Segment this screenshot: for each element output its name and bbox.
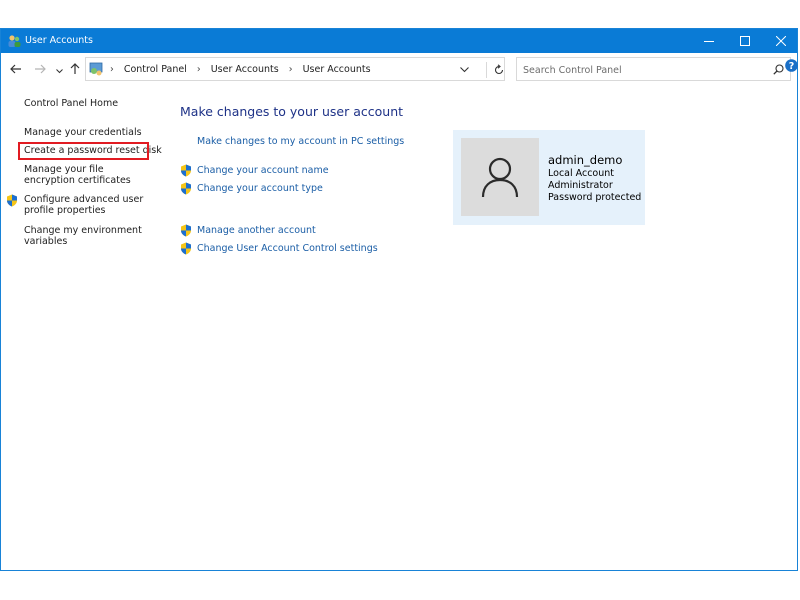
chevron-down-icon [460, 67, 469, 73]
recent-locations-button[interactable] [56, 66, 63, 77]
search-icon[interactable] [773, 64, 784, 78]
search-box[interactable] [516, 57, 791, 81]
forward-arrow-icon [35, 64, 46, 74]
breadcrumb-control-panel[interactable]: Control Panel [124, 64, 187, 75]
highlight-annotation [18, 142, 149, 160]
title-bar[interactable]: User Accounts [1, 29, 797, 53]
user-avatar-icon [481, 157, 519, 198]
refresh-button[interactable] [486, 62, 505, 78]
shield-icon [180, 164, 192, 180]
shield-icon [180, 224, 192, 240]
account-card: admin_demo Local Account Administrator P… [453, 130, 645, 225]
maximize-button[interactable] [727, 29, 763, 53]
pc-settings-link[interactable]: Make changes to my account in PC setting… [197, 136, 404, 147]
minimize-button[interactable] [691, 29, 727, 53]
breadcrumb-user-accounts[interactable]: User Accounts [211, 64, 279, 75]
window-title: User Accounts [25, 35, 93, 46]
svg-text:?: ? [789, 61, 795, 72]
account-type: Local Account [548, 168, 614, 179]
close-icon [776, 36, 786, 46]
configure-advanced-profile-link[interactable]: Configure advanced user profile properti… [24, 194, 152, 216]
back-button[interactable] [10, 64, 22, 77]
forward-button[interactable] [34, 64, 46, 77]
refresh-icon [494, 64, 504, 75]
page-title: Make changes to your user account [180, 104, 404, 119]
change-account-type-link[interactable]: Change your account type [197, 183, 323, 194]
account-status: Password protected [548, 192, 642, 203]
control-panel-icon [89, 61, 105, 80]
up-arrow-icon [70, 63, 80, 74]
breadcrumb-user-accounts-current[interactable]: User Accounts [303, 64, 371, 75]
close-button[interactable] [763, 29, 799, 53]
manage-another-account-link[interactable]: Manage another account [197, 225, 316, 236]
address-bar[interactable]: › Control Panel › User Accounts › User A… [85, 57, 505, 81]
account-name: admin_demo [548, 153, 623, 167]
shield-icon [180, 242, 192, 258]
change-uac-settings-link[interactable]: Change User Account Control settings [197, 243, 378, 254]
help-icon[interactable]: ? [785, 59, 798, 75]
back-arrow-icon [10, 64, 21, 74]
account-role: Administrator [548, 180, 613, 191]
address-dropdown-button[interactable] [460, 65, 469, 76]
recent-chevron-icon [56, 69, 63, 74]
change-environment-variables-link[interactable]: Change my environment variables [24, 225, 152, 247]
minimize-icon [704, 41, 714, 42]
navigation-toolbar: › Control Panel › User Accounts › User A… [1, 54, 797, 86]
shield-icon [180, 182, 192, 198]
search-input[interactable] [521, 61, 765, 79]
shield-icon [6, 194, 18, 210]
user-accounts-icon [7, 34, 21, 51]
maximize-icon [740, 36, 750, 46]
control-panel-home-link[interactable]: Control Panel Home [24, 98, 159, 109]
manage-credentials-link[interactable]: Manage your credentials [24, 127, 159, 138]
change-account-name-link[interactable]: Change your account name [197, 165, 329, 176]
avatar [461, 138, 539, 216]
up-button[interactable] [70, 63, 80, 78]
manage-file-encryption-link[interactable]: Manage your file encryption certificates [24, 164, 154, 186]
breadcrumb: › Control Panel › User Accounts › User A… [110, 64, 371, 75]
